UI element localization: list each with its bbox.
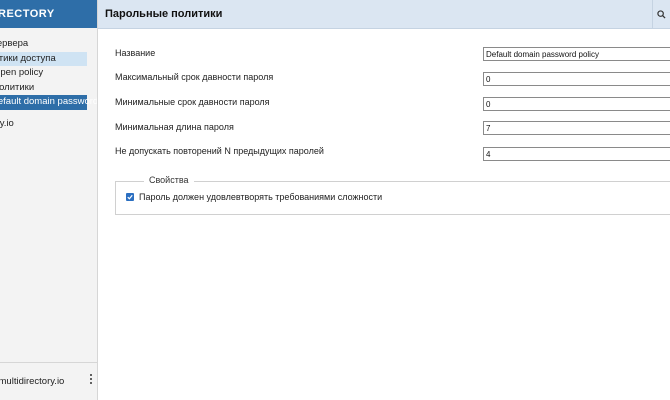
sidebar-item-password-policies[interactable]: Парольные политики xyxy=(0,81,97,96)
user-account: admin@multidirectory.io xyxy=(0,376,65,387)
max-password-age-input[interactable] xyxy=(483,72,670,86)
sidebar-header: DIRECTORY xyxy=(0,0,97,28)
complexity-requirement-row: Пароль должен удовлевтворять требованиям… xyxy=(126,192,382,202)
sidebar-item-label: Open policy xyxy=(0,67,44,78)
search-icon[interactable] xyxy=(652,0,670,28)
policy-name-input[interactable] xyxy=(483,47,670,61)
min-password-length-input[interactable] xyxy=(483,121,670,135)
sidebar-item-access-policies[interactable]: Политики доступа xyxy=(0,51,87,66)
sidebar-item-label: Default domain password policy xyxy=(0,96,98,107)
main-panel: Парольные политики Название Максимальный… xyxy=(98,0,670,400)
page-header: Парольные политики xyxy=(98,0,670,29)
sidebar-item-label: Сервера xyxy=(0,38,29,49)
properties-group: Свойства Пароль должен удовлевтворять тр… xyxy=(115,175,670,215)
sidebar-item-open-policy[interactable]: Open policy xyxy=(0,66,97,81)
min-password-age-input[interactable] xyxy=(483,97,670,111)
sidebar-item-default-domain-password-policy[interactable]: Default domain password policy xyxy=(0,95,97,110)
page-title: Парольные политики xyxy=(105,8,223,20)
complexity-checkbox-label: Пароль должен удовлевтворять требованиям… xyxy=(139,192,383,202)
field-label-name: Название xyxy=(115,48,156,58)
sidebar-footer: admin@multidirectory.io xyxy=(0,362,97,400)
properties-legend: Свойства xyxy=(144,175,194,185)
sidebar-item-label: Парольные политики xyxy=(0,81,35,93)
sidebar-item-servers[interactable]: Сервера xyxy=(0,37,97,52)
sidebar: DIRECTORY Сервера Политики доступа Open … xyxy=(0,0,98,400)
sidebar-nav: Сервера Политики доступа Open policy Пар… xyxy=(0,37,97,110)
sidebar-domain[interactable]: multidirectory.io xyxy=(0,118,97,129)
field-label-min-length: Минимальная длина пароля xyxy=(115,122,234,132)
field-label-min-age: Минимальные срок давности пароля xyxy=(115,97,270,107)
field-label-history: Не допускать повторений N предыдущих пар… xyxy=(115,146,324,156)
field-label-max-age: Максимальный срок давности пароля xyxy=(115,72,274,82)
password-history-input[interactable] xyxy=(483,147,670,161)
more-options-icon[interactable] xyxy=(89,374,93,384)
sidebar-item-label: Политики доступа xyxy=(0,52,56,64)
app-title: DIRECTORY xyxy=(0,8,55,20)
complexity-checkbox[interactable] xyxy=(126,193,134,201)
checkmark-icon xyxy=(127,194,133,200)
domain-label: multidirectory.io xyxy=(0,117,14,129)
